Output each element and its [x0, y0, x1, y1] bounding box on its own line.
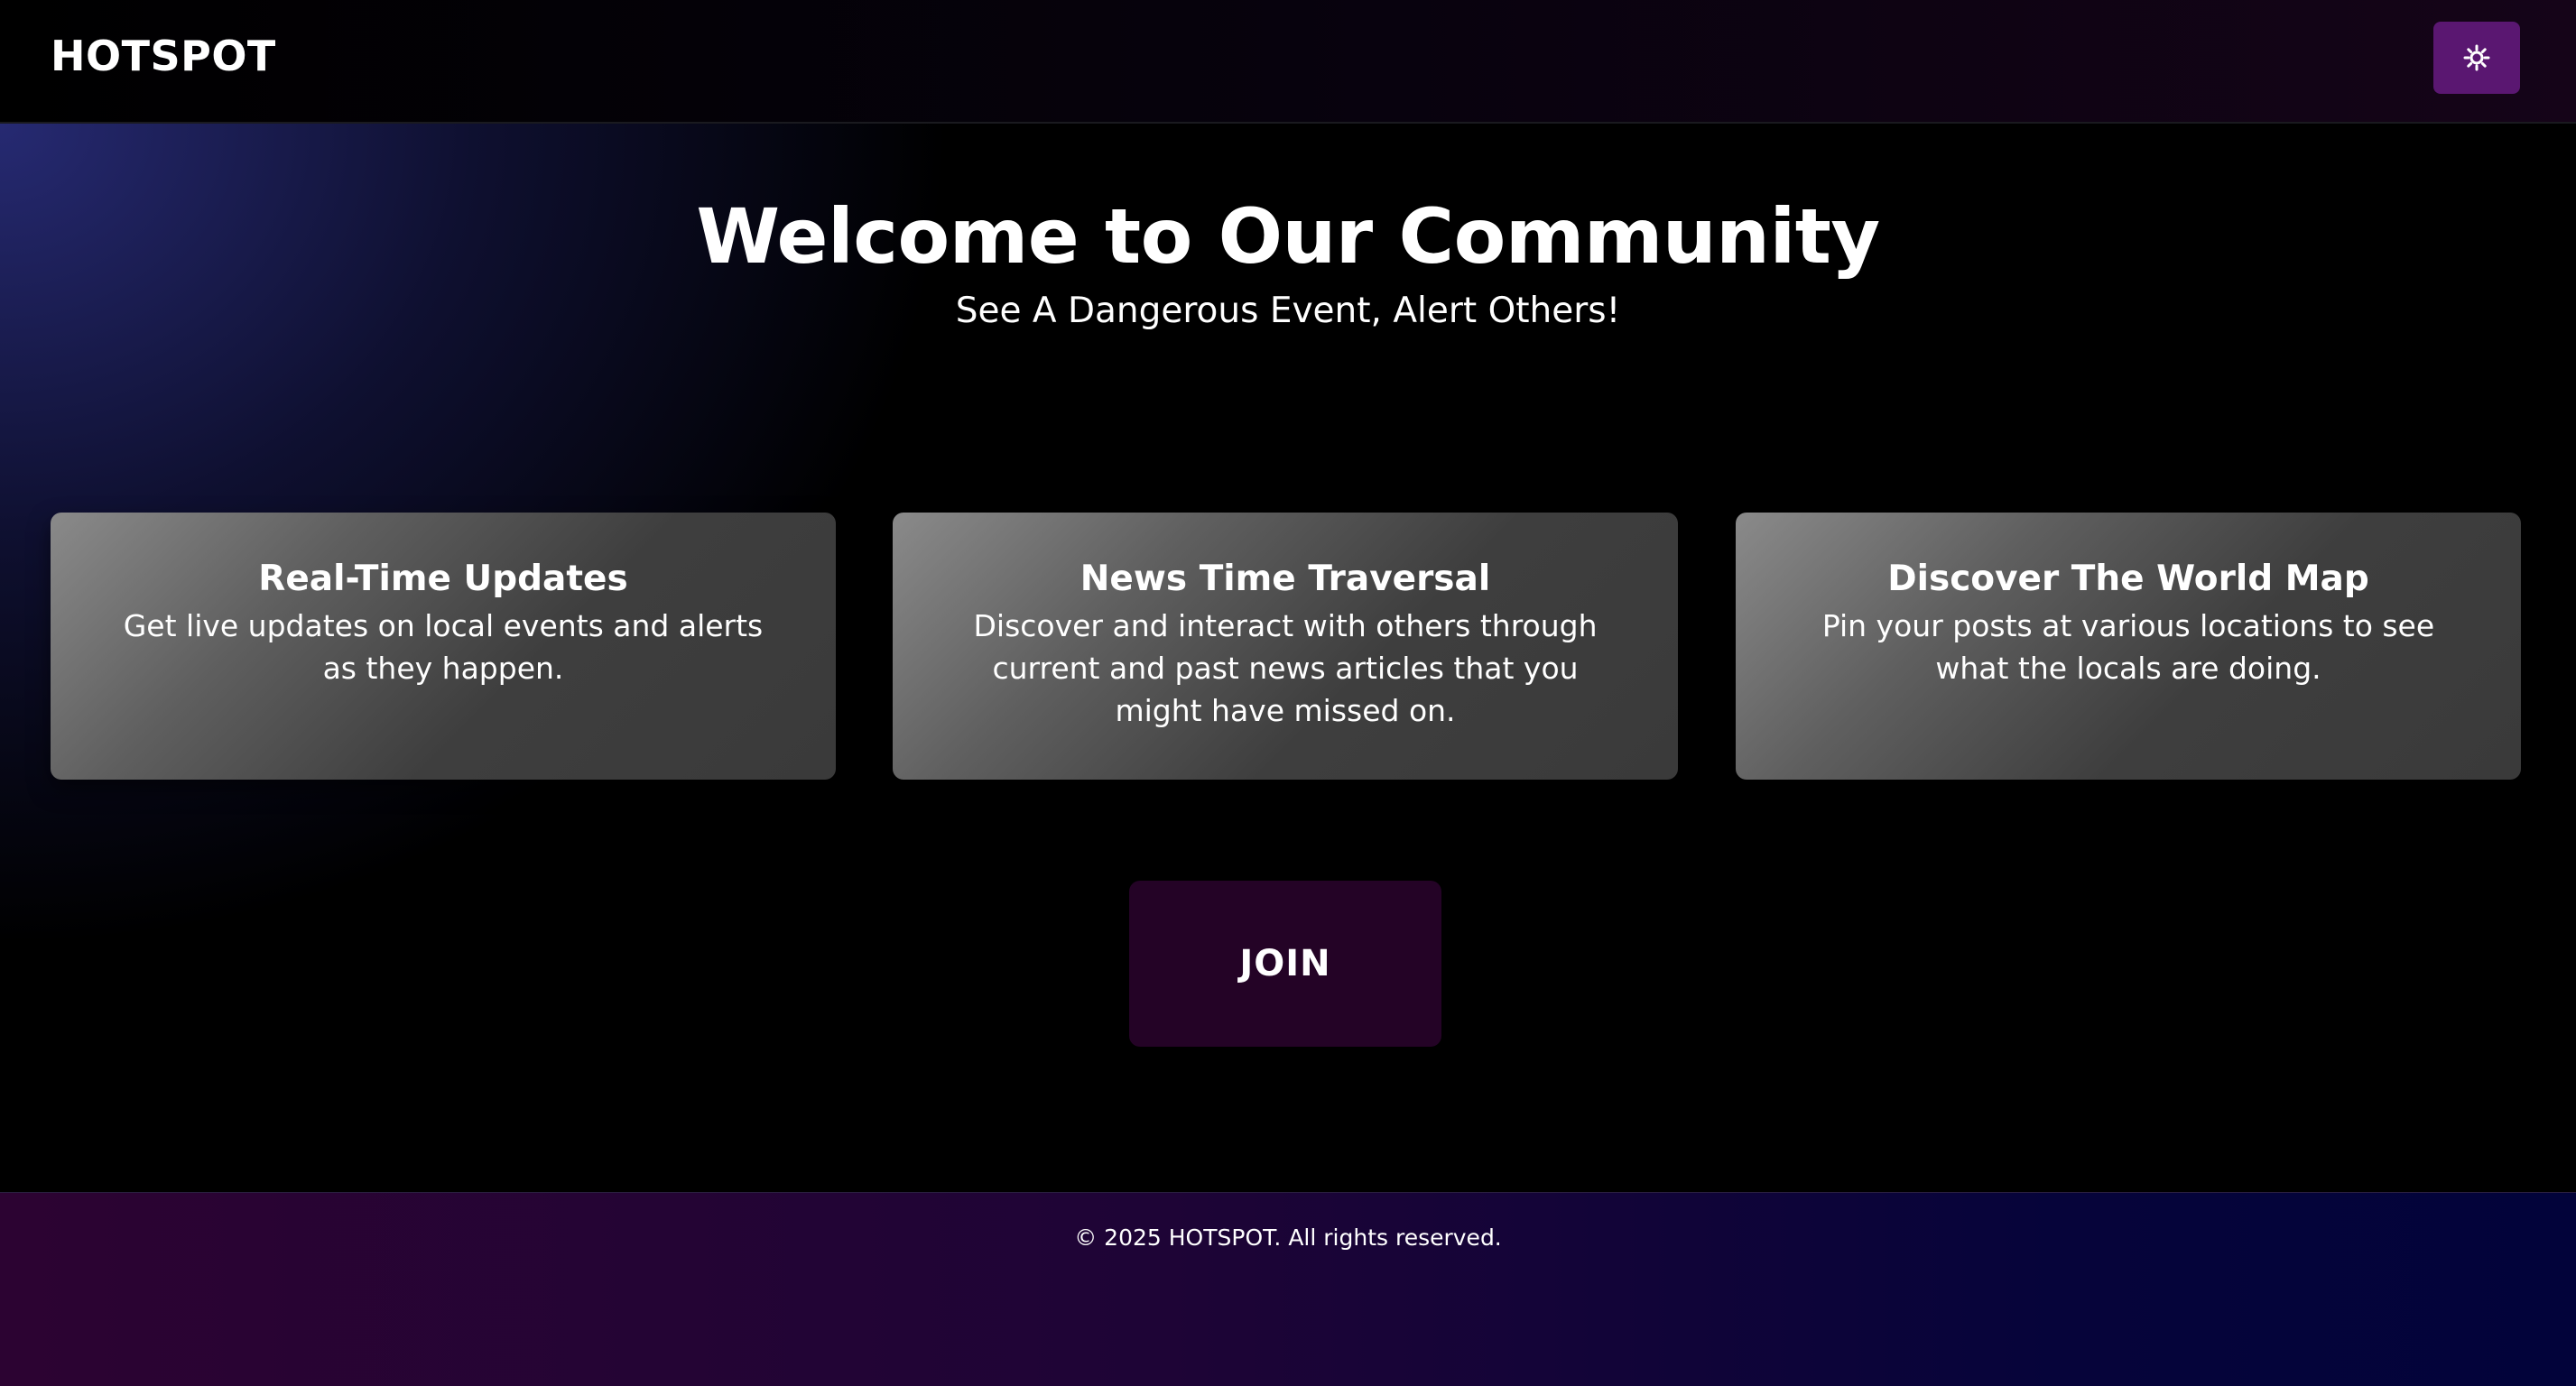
sun-icon	[2463, 44, 2490, 71]
feature-card-description: Get live updates on local events and ale…	[123, 608, 764, 686]
copyright-text: © 2025 HOTSPOT. All rights reserved.	[1074, 1224, 1502, 1251]
theme-toggle-button[interactable]	[2433, 22, 2520, 94]
hero-section: Welcome to Our Community See A Dangerous…	[0, 124, 2576, 1192]
landing-page: HOTSPOT Welcome to Our Community See A D…	[0, 0, 2576, 1386]
feature-card-title: Discover The World Map	[1887, 559, 2369, 599]
feature-card-news-time-traversal: News Time Traversal Discover and interac…	[893, 513, 1678, 780]
top-navbar: HOTSPOT	[0, 0, 2576, 124]
feature-card-description: Discover and interact with others throug…	[973, 608, 1598, 728]
feature-card-real-time-updates: Real-Time Updates Get live updates on lo…	[51, 513, 836, 780]
join-button[interactable]: JOIN	[1129, 881, 1441, 1047]
feature-card-title: Real-Time Updates	[258, 559, 628, 599]
brand-logo[interactable]: HOTSPOT	[51, 27, 276, 85]
feature-card-world-map: Discover The World Map Pin your posts at…	[1736, 513, 2521, 780]
hero-subtitle: See A Dangerous Event, Alert Others!	[955, 291, 1621, 331]
page-footer: © 2025 HOTSPOT. All rights reserved.	[0, 1192, 2576, 1386]
hero-title: Welcome to Our Community	[696, 192, 1880, 281]
feature-card-description: Pin your posts at various locations to s…	[1821, 608, 2435, 686]
feature-card-title: News Time Traversal	[1080, 559, 1491, 599]
